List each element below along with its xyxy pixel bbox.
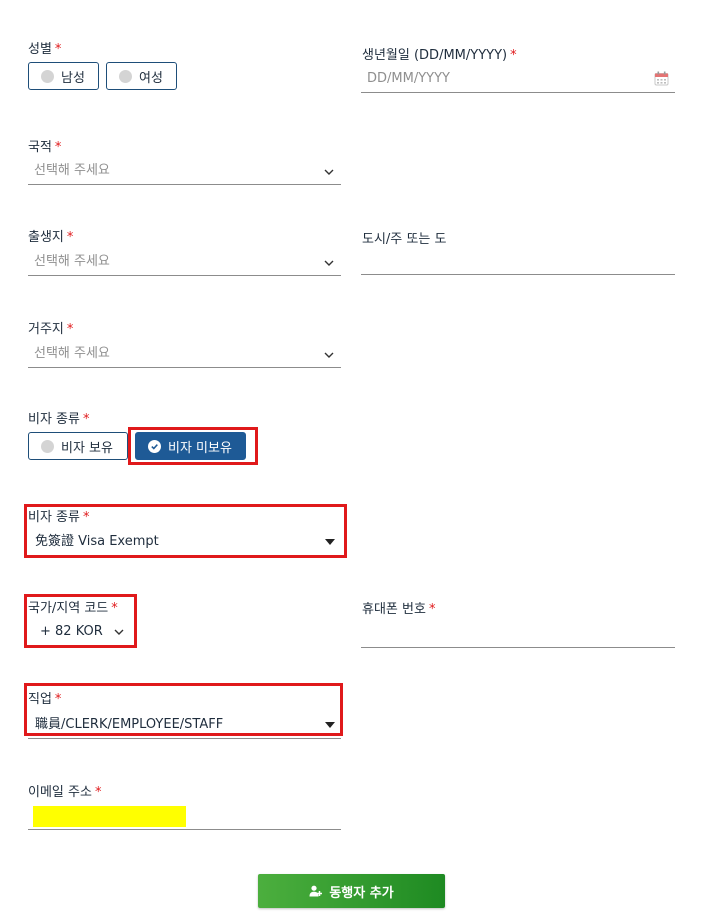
- nationality-select[interactable]: 선택해 주세요: [28, 156, 341, 185]
- chevron-down-icon: [324, 352, 334, 358]
- country-code-select[interactable]: + 82 KOR: [28, 618, 133, 645]
- chevron-down-icon: [324, 260, 334, 266]
- residence-label: 거주지 *: [28, 322, 74, 337]
- visa-type-label: 비자 종류 *: [28, 510, 90, 525]
- city-province-label: 도시/주 또는 도: [362, 232, 447, 247]
- birthdate-input[interactable]: DD/MM/YYYY: [361, 64, 675, 93]
- check-circle-icon: [148, 439, 161, 453]
- chevron-down-icon: [114, 629, 124, 635]
- mobile-input[interactable]: [361, 619, 675, 648]
- redaction-block: [33, 806, 186, 827]
- add-user-icon: [309, 885, 323, 897]
- caret-down-icon: [325, 539, 335, 545]
- add-companion-button[interactable]: 동행자 추가: [258, 874, 445, 908]
- residence-select[interactable]: 선택해 주세요: [28, 339, 341, 368]
- gender-female-radio[interactable]: 여성: [106, 62, 177, 90]
- birthdate-label: 생년월일 (DD/MM/YYYY) *: [362, 48, 517, 63]
- occupation-select[interactable]: 職員/CLERK/EMPLOYEE/STAFF: [28, 710, 341, 739]
- radio-dot-icon: [119, 69, 132, 83]
- birthplace-label: 출생지 *: [28, 230, 74, 245]
- birthplace-select[interactable]: 선택해 주세요: [28, 247, 341, 276]
- visa-holder-radio[interactable]: 비자 보유: [28, 432, 128, 460]
- visa-status-label: 비자 종류 *: [28, 412, 90, 427]
- occupation-label: 직업 *: [28, 692, 62, 707]
- chevron-down-icon: [324, 169, 334, 175]
- visa-none-radio[interactable]: 비자 미보유: [135, 432, 246, 460]
- caret-down-icon: [325, 722, 335, 728]
- mobile-label: 휴대폰 번호 *: [362, 602, 436, 617]
- country-code-label: 국가/지역 코드 *: [28, 601, 118, 616]
- email-label: 이메일 주소 *: [28, 785, 102, 800]
- radio-dot-icon: [41, 439, 54, 453]
- calendar-icon[interactable]: [654, 71, 669, 86]
- radio-dot-icon: [41, 69, 54, 83]
- visa-type-select[interactable]: 免簽證 Visa Exempt: [28, 528, 341, 555]
- nationality-label: 국적 *: [28, 140, 62, 155]
- gender-label: 성별 *: [28, 42, 62, 57]
- gender-male-radio[interactable]: 남성: [28, 62, 99, 90]
- city-province-input[interactable]: [361, 247, 675, 275]
